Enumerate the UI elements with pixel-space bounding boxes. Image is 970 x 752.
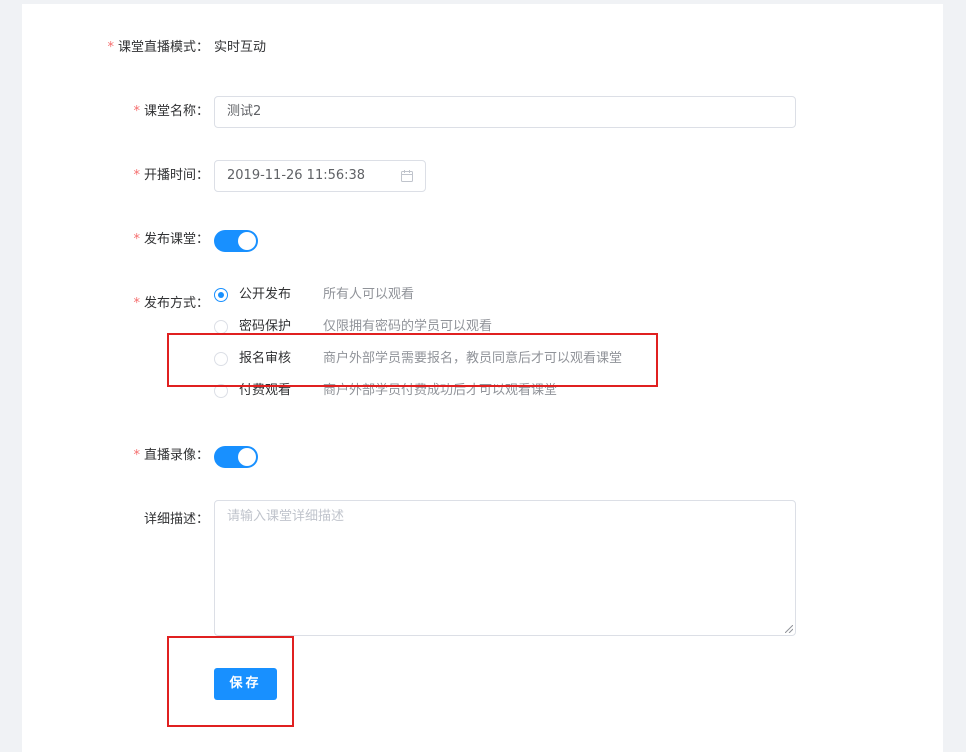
label-mode-text: 课堂直播模式：: [117, 40, 209, 55]
recording-switch[interactable]: [214, 446, 258, 468]
label-start-time: * 开播时间：: [29, 166, 209, 186]
form-card: * 课堂直播模式： 实时互动 * 课堂名称： 测试2 * 开播时间： 2019-11-…: [22, 4, 943, 752]
radio-desc: 所有人可以观看: [323, 287, 415, 302]
resize-grip-icon[interactable]: [785, 625, 793, 633]
label-recording: * 直播录像：: [29, 446, 209, 466]
radio-label: 公开发布: [239, 287, 292, 302]
required-star: *: [133, 448, 140, 463]
label-name-text: 课堂名称：: [143, 104, 209, 119]
radio-circle[interactable]: [214, 288, 228, 302]
right-edge-strip: [966, 0, 970, 752]
required-star: *: [133, 296, 140, 311]
label-wrap-start-time: * 开播时间：: [22, 166, 209, 186]
start-time-value: 2019-11-26 11:56:38: [227, 168, 366, 183]
calendar-icon[interactable]: [401, 170, 413, 182]
label-publish: * 发布课堂：: [29, 230, 209, 250]
highlight-box-save: [167, 636, 294, 727]
required-star: *: [133, 232, 140, 247]
label-wrap-description: 详细描述：: [22, 510, 209, 530]
label-wrap-publish: * 发布课堂：: [22, 230, 209, 250]
label-wrap-name: * 课堂名称：: [22, 102, 209, 122]
label-start-time-text: 开播时间：: [143, 168, 209, 183]
publish-switch[interactable]: [214, 230, 258, 252]
radio-circle[interactable]: [214, 320, 228, 334]
label-publish-method-text: 发布方式：: [143, 296, 209, 311]
label-publish-method: * 发布方式：: [29, 294, 209, 314]
required-star: *: [133, 168, 140, 183]
mode-value: 实时互动: [214, 40, 267, 55]
label-name: * 课堂名称：: [29, 102, 209, 122]
label-publish-text: 发布课堂：: [143, 232, 209, 247]
switch-knob: [238, 232, 256, 250]
required-star: *: [107, 40, 114, 55]
label-wrap-mode: * 课堂直播模式：: [22, 38, 209, 58]
label-wrap-publish-method: * 发布方式：: [22, 294, 209, 314]
label-mode: * 课堂直播模式：: [29, 38, 209, 58]
switch-knob: [238, 448, 256, 466]
start-time-picker[interactable]: 2019-11-26 11:56:38: [214, 160, 426, 192]
description-placeholder: 请输入课堂详细描述: [227, 509, 345, 524]
label-description: 详细描述：: [143, 512, 209, 527]
description-textarea[interactable]: 请输入课堂详细描述: [214, 500, 796, 636]
highlight-box-signup: [167, 333, 658, 387]
label-recording-text: 直播录像：: [143, 448, 209, 463]
label-wrap-recording: * 直播录像：: [22, 446, 209, 466]
course-name-input[interactable]: 测试2: [214, 96, 796, 128]
required-star: *: [133, 104, 140, 119]
